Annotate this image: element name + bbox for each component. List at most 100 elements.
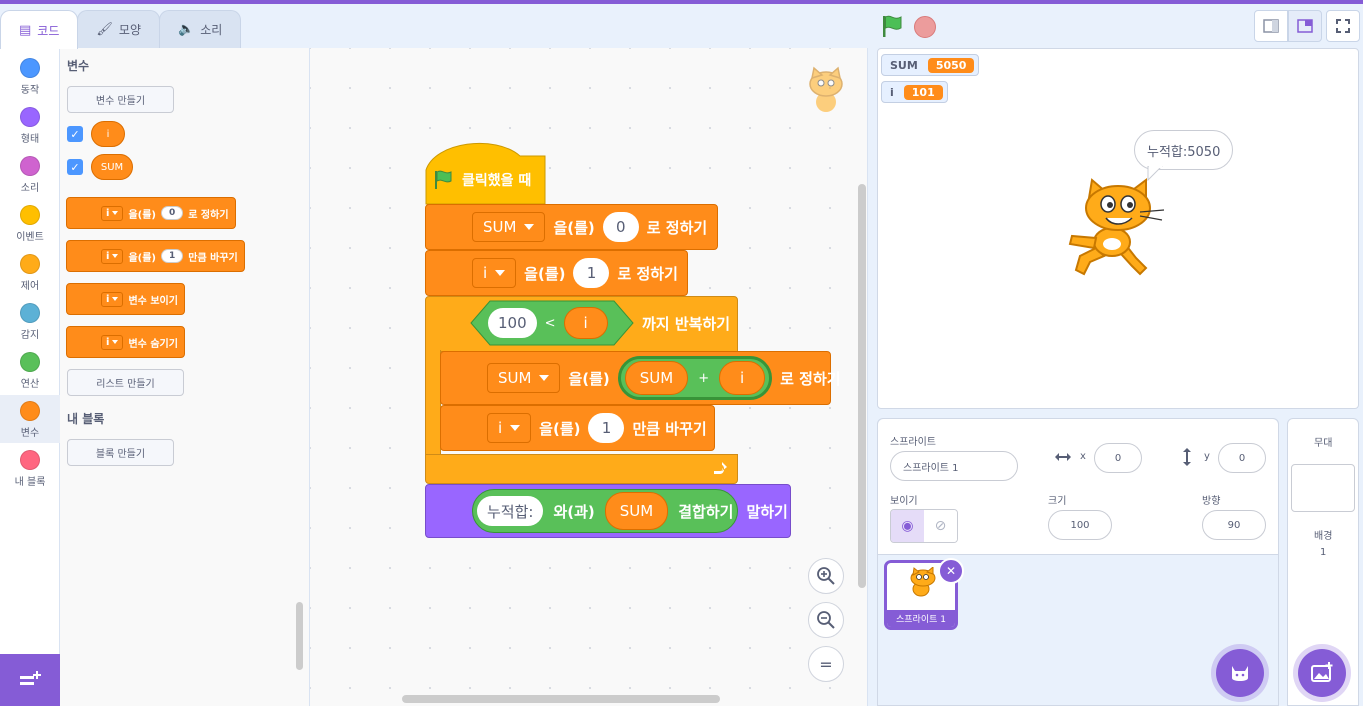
category-menu: 동작 형태 소리 이벤트 제어 감지 연산 변수 내 블록 xyxy=(0,48,60,654)
trash-icon: ✕ xyxy=(945,564,957,578)
repeat-until-arm[interactable] xyxy=(425,350,441,456)
var-sum-reporter[interactable]: SUM xyxy=(91,154,133,180)
var-sum-reporter[interactable]: SUM xyxy=(624,361,689,395)
green-flag-button[interactable] xyxy=(880,14,904,38)
var-sum-reporter[interactable]: SUM xyxy=(604,492,669,530)
var-i-reporter[interactable]: i xyxy=(91,121,125,147)
dropdown-value: i xyxy=(106,207,110,219)
eye-icon: ◉ xyxy=(901,518,914,534)
value-input[interactable]: 1 xyxy=(588,413,625,443)
category-control[interactable]: 제어 xyxy=(0,248,60,296)
var-i-checkbox[interactable]: ✓ xyxy=(67,126,83,142)
variable-monitor-i[interactable]: i 101 xyxy=(881,81,948,103)
value-input[interactable]: 1 xyxy=(160,249,184,263)
code-icon: ▤ xyxy=(19,22,32,38)
monitor-value: 101 xyxy=(903,84,943,100)
less-than-condition[interactable]: 100 < i xyxy=(470,300,634,346)
block-text: 을(를) xyxy=(524,264,566,283)
zoom-in-button[interactable] xyxy=(808,558,844,594)
category-motion[interactable]: 동작 xyxy=(0,52,60,100)
cat-thumbnail-icon xyxy=(910,567,936,597)
block-text: 변수 숨기기 xyxy=(128,338,178,350)
normal-stage-button[interactable] xyxy=(1288,10,1322,42)
when-flag-clicked-block[interactable]: 클릭했을 때 xyxy=(432,166,531,194)
make-list-button[interactable]: 리스트 만들기 xyxy=(67,369,184,396)
dropdown-value: i xyxy=(106,250,110,262)
tab-costumes[interactable]: 🖌 모양 xyxy=(77,10,160,48)
category-events[interactable]: 이벤트 xyxy=(0,199,60,247)
fullscreen-button[interactable] xyxy=(1326,10,1360,42)
add-extension-button[interactable] xyxy=(0,654,60,706)
make-block-button[interactable]: 블록 만들기 xyxy=(67,439,174,466)
workspace-horizontal-scrollbar[interactable] xyxy=(402,695,720,703)
size-input[interactable]: 100 xyxy=(1048,510,1112,540)
y-label: y xyxy=(1204,451,1210,462)
variable-dropdown[interactable]: i xyxy=(101,248,124,264)
repeat-until-bottom[interactable] xyxy=(425,454,738,484)
normal-stage-icon xyxy=(1297,19,1313,33)
category-looks[interactable]: 형태 xyxy=(0,101,60,149)
small-stage-button[interactable] xyxy=(1254,10,1288,42)
change-variable-block[interactable]: i 을(를) 1 만큼 바꾸기 xyxy=(66,240,245,272)
vertical-arrows-icon xyxy=(1183,448,1191,466)
sprite-name-input[interactable]: 스프라이트 1 xyxy=(890,451,1018,481)
choose-sprite-button[interactable] xyxy=(1216,649,1264,697)
category-sound[interactable]: 소리 xyxy=(0,150,60,198)
y-input[interactable]: 0 xyxy=(1218,443,1266,473)
variable-dropdown[interactable]: i xyxy=(487,413,532,443)
sound-color-dot xyxy=(20,156,40,176)
palette-scrollbar[interactable] xyxy=(296,602,303,670)
zoom-reset-button[interactable]: = xyxy=(808,646,844,682)
value-input[interactable]: 0 xyxy=(602,212,639,242)
show-button[interactable]: ◉ xyxy=(891,510,924,542)
block-text: 만큼 바꾸기 xyxy=(188,252,238,264)
variable-dropdown[interactable]: i xyxy=(101,291,124,307)
join-operator[interactable]: 누적합: 와(과) SUM 결합하기 xyxy=(472,489,739,533)
zoom-out-icon xyxy=(817,611,835,629)
set-variable-block[interactable]: i 을(를) 0 로 정하기 xyxy=(66,197,236,229)
delete-sprite-button[interactable]: ✕ xyxy=(938,558,964,584)
stop-button[interactable] xyxy=(914,16,936,38)
category-sensing[interactable]: 감지 xyxy=(0,297,60,345)
variable-dropdown[interactable]: i xyxy=(101,334,124,350)
tab-sounds[interactable]: 🔈 소리 xyxy=(159,10,242,48)
chevron-down-icon xyxy=(524,224,535,230)
variable-dropdown[interactable]: i xyxy=(101,205,124,221)
workspace-vertical-scrollbar[interactable] xyxy=(858,184,866,588)
category-variables[interactable]: 변수 xyxy=(0,395,60,443)
left-operand-input[interactable]: 100 xyxy=(488,308,537,338)
join-text-input[interactable]: 누적합: xyxy=(477,496,544,526)
variable-monitor-sum[interactable]: SUM 5050 xyxy=(881,54,980,76)
set-sum-block[interactable]: SUM 을(를) 0 로 정하기 xyxy=(425,204,718,250)
backdrop-thumbnail[interactable] xyxy=(1291,464,1355,512)
value-input[interactable]: 1 xyxy=(573,258,610,288)
tab-costumes-label: 모양 xyxy=(118,23,141,37)
variable-dropdown[interactable]: SUM xyxy=(487,363,561,393)
set-i-block[interactable]: i 을(를) 1 로 정하기 xyxy=(425,250,688,296)
monitor-value: 5050 xyxy=(927,57,975,73)
hide-variable-block[interactable]: i 변수 숨기기 xyxy=(66,326,185,358)
variable-dropdown[interactable]: i xyxy=(472,258,517,288)
hide-button[interactable]: ⊘ xyxy=(924,510,957,542)
choose-backdrop-button[interactable] xyxy=(1298,649,1346,697)
make-variable-button[interactable]: 변수 만들기 xyxy=(67,86,174,113)
set-sum-add-block[interactable]: SUM 을(를) SUM + i 로 정하기 xyxy=(440,351,841,405)
direction-input[interactable]: 90 xyxy=(1202,510,1266,540)
category-my-blocks[interactable]: 내 블록 xyxy=(0,444,60,492)
category-operators[interactable]: 연산 xyxy=(0,346,60,394)
variable-dropdown[interactable]: SUM xyxy=(472,212,546,242)
repeat-until-block[interactable]: 100 < i 까지 반복하기 xyxy=(470,300,730,346)
zoom-out-button[interactable] xyxy=(808,602,844,638)
value-input[interactable]: 0 xyxy=(160,206,184,220)
show-variable-block[interactable]: i 변수 보이기 xyxy=(66,283,185,315)
tab-code[interactable]: ▤ 코드 xyxy=(0,10,79,49)
change-i-block[interactable]: i 을(를) 1 만큼 바꾸기 xyxy=(440,405,715,451)
say-block[interactable]: 누적합: 와(과) SUM 결합하기 말하기 xyxy=(425,484,791,538)
var-sum-checkbox[interactable]: ✓ xyxy=(67,159,83,175)
var-i-reporter[interactable]: i xyxy=(563,307,608,339)
var-i-reporter[interactable]: i xyxy=(719,361,766,395)
x-input[interactable]: 0 xyxy=(1094,443,1142,473)
cat-sprite[interactable] xyxy=(1066,178,1166,280)
add-operator[interactable]: SUM + i xyxy=(617,356,773,400)
dropdown-value: i xyxy=(106,293,110,305)
